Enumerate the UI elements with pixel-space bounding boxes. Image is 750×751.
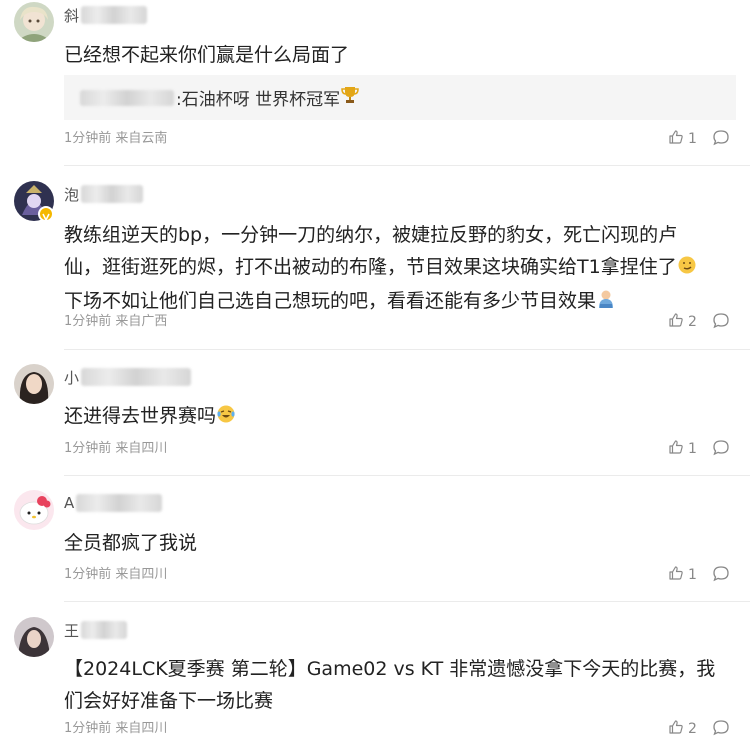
username[interactable]: 斜 — [64, 4, 148, 26]
comment-text: 已经想不起来你们赢是什么局面了 — [64, 44, 350, 66]
username-initial: 小 — [64, 368, 80, 387]
username-initial: 斜 — [64, 6, 80, 25]
quoted-reply[interactable]: :石油杯呀 世界杯冠军 — [64, 75, 736, 120]
username-initial: 泡 — [64, 185, 80, 204]
like-button[interactable]: 2 — [668, 312, 697, 332]
avatar[interactable] — [14, 617, 54, 657]
like-button[interactable]: 1 — [668, 565, 697, 585]
reply-username-blurred — [80, 89, 174, 106]
comment-meta: 1分钟前 来自四川 — [64, 721, 168, 736]
comment-text: 【2024LCK夏季赛 第二轮】Game02 vs KT 非常遗憾没拿下今天的比… — [64, 653, 736, 717]
comment-bubble-icon[interactable] — [712, 312, 732, 332]
comment-meta: 1分钟前 来自广西 — [64, 314, 168, 329]
thumbs-up-icon — [668, 312, 684, 332]
like-count: 1 — [688, 567, 697, 583]
comment-bubble-icon[interactable] — [712, 439, 732, 459]
comment-text-line: 们会好好准备下一场比赛 — [64, 690, 274, 712]
avatar[interactable] — [14, 2, 54, 42]
comment-meta: 1分钟前 来自云南 — [64, 131, 168, 146]
avatar[interactable] — [14, 364, 54, 404]
thumbs-up-icon — [668, 719, 684, 739]
like-button[interactable]: 2 — [668, 719, 697, 739]
thumbs-up-icon — [668, 129, 684, 149]
comment-bubble-icon[interactable] — [712, 129, 732, 149]
figure-emoji-icon — [596, 287, 616, 319]
divider — [64, 601, 750, 602]
quoted-reply-text: :石油杯呀 世界杯冠军 — [176, 90, 341, 110]
like-button[interactable]: 1 — [668, 439, 697, 459]
like-count: 1 — [688, 441, 697, 457]
username-initial: 王 — [64, 621, 80, 640]
laughing-crying-emoji-icon — [216, 402, 236, 434]
username[interactable]: 泡 — [64, 183, 144, 205]
smirk-emoji-icon — [677, 253, 697, 285]
comment-text-line: 教练组逆天的bp，一分钟一刀的纳尔，被婕拉反野的豹女，死亡闪现的卢 — [64, 224, 678, 246]
like-count: 2 — [688, 314, 697, 330]
thumbs-up-icon — [668, 565, 684, 585]
comment-text: 全员都疯了我说 — [64, 532, 198, 554]
comment-item: 小 还进得去世界赛吗 1分钟前 来自四川 1 — [0, 350, 750, 476]
comment-item: 斜 已经想不起来你们赢是什么局面了 :石油杯呀 世界杯冠军 1分钟前 来自云南 … — [0, 0, 750, 166]
comment-text: 教练组逆天的bp，一分钟一刀的纳尔，被婕拉反野的豹女，死亡闪现的卢 仙，逛街逛死… — [64, 219, 736, 319]
comment-text-line: 【2024LCK夏季赛 第二轮】Game02 vs KT 非常遗憾没拿下今天的比… — [64, 658, 716, 680]
username[interactable]: 王 — [64, 619, 128, 641]
username-blurred — [76, 494, 163, 512]
comment-meta: 1分钟前 来自四川 — [64, 567, 168, 582]
username-initial: A — [64, 494, 75, 512]
username[interactable]: 小 — [64, 366, 192, 388]
comment-item: 泡 教练组逆天的bp，一分钟一刀的纳尔，被婕拉反野的豹女，死亡闪现的卢 仙，逛街… — [0, 166, 750, 350]
username[interactable]: A — [64, 492, 163, 514]
comment-text: 还进得去世界赛吗 — [64, 400, 736, 434]
username-blurred — [81, 368, 192, 386]
comment-bubble-icon[interactable] — [712, 565, 732, 585]
verified-badge-icon — [38, 206, 54, 222]
comment-text-line: 仙，逛街逛死的烬，打不出被动的布隆，节目效果这块确实给T1拿捏住了 — [64, 251, 736, 285]
like-count: 1 — [688, 131, 697, 147]
thumbs-up-icon — [668, 439, 684, 459]
like-count: 2 — [688, 721, 697, 737]
comment-meta: 1分钟前 来自四川 — [64, 441, 168, 456]
comment-bubble-icon[interactable] — [712, 719, 732, 739]
comment-item: 王 【2024LCK夏季赛 第二轮】Game02 vs KT 非常遗憾没拿下今天… — [0, 603, 750, 751]
comment-item: A 全员都疯了我说 1分钟前 来自四川 1 — [0, 476, 750, 602]
trophy-icon — [340, 85, 360, 110]
avatar[interactable] — [14, 490, 54, 530]
username-blurred — [81, 621, 128, 639]
like-button[interactable]: 1 — [668, 129, 697, 149]
username-blurred — [81, 6, 148, 24]
username-blurred — [81, 185, 144, 203]
